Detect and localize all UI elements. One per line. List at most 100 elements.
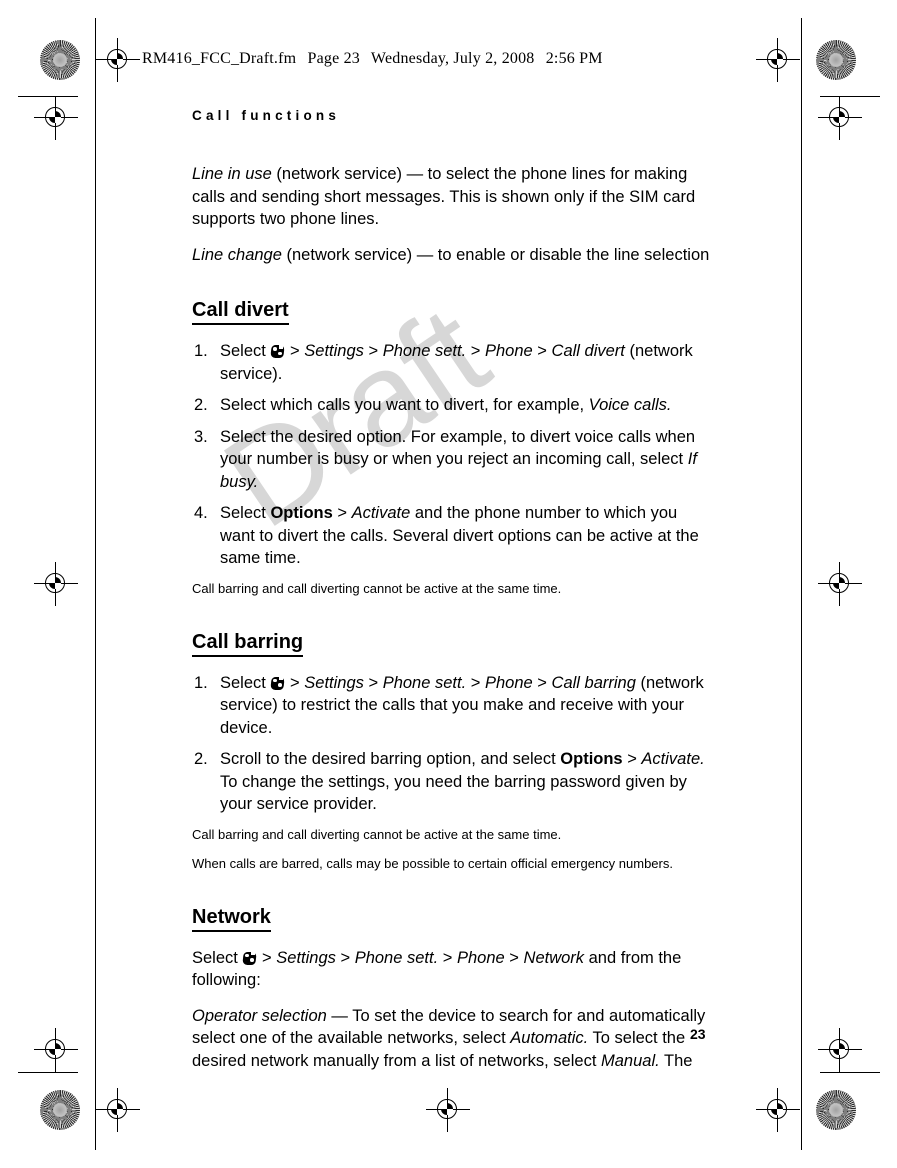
trim-line-bottom-left: [18, 1072, 78, 1073]
menu-path-target: Call barring: [551, 673, 636, 692]
step-item: 2. Scroll to the desired barring option,…: [192, 748, 714, 816]
film-header-filename: RM416_FCC_Draft.fm: [142, 50, 297, 67]
film-header-date: Wednesday, July 2, 2008: [370, 50, 535, 67]
trim-line-top-left: [18, 96, 78, 97]
operator-text-tail: The: [659, 1051, 693, 1070]
heading-call-divert: Call divert: [192, 298, 289, 325]
step-item: 2. Select which calls you want to divert…: [192, 394, 714, 417]
step-text-a: Select which calls you want to divert, f…: [220, 396, 589, 414]
trim-line-left-bottom: [95, 1058, 96, 1150]
intro-sep: >: [335, 948, 355, 967]
step-number: 2.: [194, 396, 208, 414]
note-call-barring-1: Call barring and call diverting cannot b…: [192, 826, 562, 842]
step-item: 4. Select Options > Activate and the pho…: [192, 502, 714, 570]
trim-line-top-right: [820, 96, 880, 97]
trim-line-right-bottom: [801, 1058, 802, 1150]
step-sep: >: [332, 504, 352, 522]
menu-path-settings: Settings: [304, 673, 364, 692]
heading-network: Network: [192, 905, 271, 932]
steps-call-divert: 1. Select > Settings > Phone sett. > Pho…: [192, 340, 714, 570]
density-patch-top-right: [816, 40, 856, 80]
step-text-a: Select the desired option. For example, …: [220, 427, 696, 469]
step-text-a: Select: [220, 504, 271, 522]
trim-line-left-middle: [95, 146, 96, 1058]
step-text-tail: To change the settings, you need the bar…: [220, 772, 687, 814]
registration-target-top-left: [96, 38, 140, 82]
menu-path-target: Network: [523, 948, 585, 967]
running-header: Call functions: [192, 108, 341, 123]
density-patch-bottom-right: [816, 1090, 856, 1130]
step-number: 4.: [194, 504, 208, 522]
intro-text-a: Select: [192, 948, 243, 967]
heading-call-barring: Call barring: [192, 630, 304, 657]
step-item: 1. Select > Settings > Phone sett. > Pho…: [192, 340, 714, 385]
step-sep: >: [466, 342, 485, 360]
registration-target-upper-right: [818, 96, 862, 140]
step-text-a: Select: [220, 673, 271, 692]
term-operator-selection: Operator selection: [192, 1006, 327, 1025]
step-sep: >: [532, 342, 552, 360]
trim-line-left-top: [95, 18, 96, 146]
menu-path-phone-sett: Phone sett.: [382, 673, 467, 692]
step-italic-activate: Activate: [351, 504, 411, 522]
step-number: 2.: [194, 750, 208, 768]
density-patch-top-left: [40, 40, 80, 80]
section-call-barring-header: Call barring: [192, 614, 714, 665]
text-line-change-rest: (network service) — to enable or disable…: [281, 245, 710, 264]
film-header-time: 2:56 PM: [545, 50, 603, 67]
nokia-menu-icon: [242, 951, 258, 965]
registration-target-middle-left: [34, 562, 78, 606]
page-content: Call functions Line in use (network serv…: [192, 108, 714, 1085]
registration-target-bottom-center: [426, 1088, 470, 1132]
step-number: 3.: [194, 427, 208, 446]
step-item: 3. Select the desired option. For exampl…: [192, 426, 714, 494]
paragraph-line-in-use: Line in use (network service) — to selec…: [192, 163, 714, 231]
menu-path-phone: Phone: [457, 948, 505, 967]
section-network-header: Network: [192, 889, 714, 940]
intro-sep: >: [504, 948, 524, 967]
menu-path-settings: Settings: [276, 948, 336, 967]
step-text-a: Scroll to the desired barring option, an…: [220, 750, 561, 768]
step-number: 1.: [194, 673, 208, 692]
step-sep: >: [532, 673, 552, 692]
paragraph-operator-selection: Operator selection — To set the device t…: [192, 1005, 714, 1073]
density-patch-bottom-left: [40, 1090, 80, 1130]
note-call-barring-2: When calls are barred, calls may be poss…: [192, 855, 673, 871]
menu-path-target: Call divert: [551, 342, 625, 360]
menu-path-phone-sett: Phone sett.: [354, 948, 439, 967]
menu-path-phone: Phone: [485, 673, 533, 692]
step-sep: >: [622, 750, 642, 768]
step-sep: >: [363, 342, 383, 360]
section-call-divert-header: Call divert: [192, 282, 714, 333]
trim-line-right-top: [801, 18, 802, 146]
value-automatic: Automatic.: [510, 1029, 589, 1047]
step-item: 1. Select > Settings > Phone sett. > Pho…: [192, 672, 714, 740]
step-sep: >: [466, 673, 485, 692]
trim-line-right-middle: [801, 146, 802, 1058]
registration-target-top-right: [756, 38, 800, 82]
trim-line-bottom-right: [820, 1072, 880, 1073]
registration-target-lower-right: [818, 1028, 862, 1072]
registration-target-bottom-right: [756, 1088, 800, 1132]
intro-sep: >: [438, 948, 457, 967]
registration-target-bottom-left: [96, 1088, 140, 1132]
paragraph-line-change: Line change (network service) — to enabl…: [192, 244, 714, 267]
step-italic-activate: Activate.: [641, 750, 705, 768]
paragraph-network-intro: Select > Settings > Phone sett. > Phone …: [192, 947, 714, 992]
step-sep: >: [363, 673, 383, 692]
menu-path-phone: Phone: [485, 342, 533, 360]
nokia-menu-icon: [270, 676, 286, 690]
step-sep: >: [285, 342, 305, 360]
film-header-page: Page 23: [307, 50, 360, 67]
registration-target-middle-right: [818, 562, 862, 606]
step-italic: Voice calls.: [588, 396, 672, 414]
step-text-a: Select: [220, 342, 271, 360]
step-sep: >: [285, 673, 305, 692]
step-bold-options: Options: [270, 504, 333, 522]
menu-path-settings: Settings: [304, 342, 364, 360]
page-number: 23: [690, 1026, 706, 1042]
term-line-change: Line change: [192, 245, 282, 264]
nokia-menu-icon: [270, 344, 286, 358]
steps-call-barring: 1. Select > Settings > Phone sett. > Pho…: [192, 672, 714, 816]
value-manual: Manual.: [601, 1051, 660, 1070]
